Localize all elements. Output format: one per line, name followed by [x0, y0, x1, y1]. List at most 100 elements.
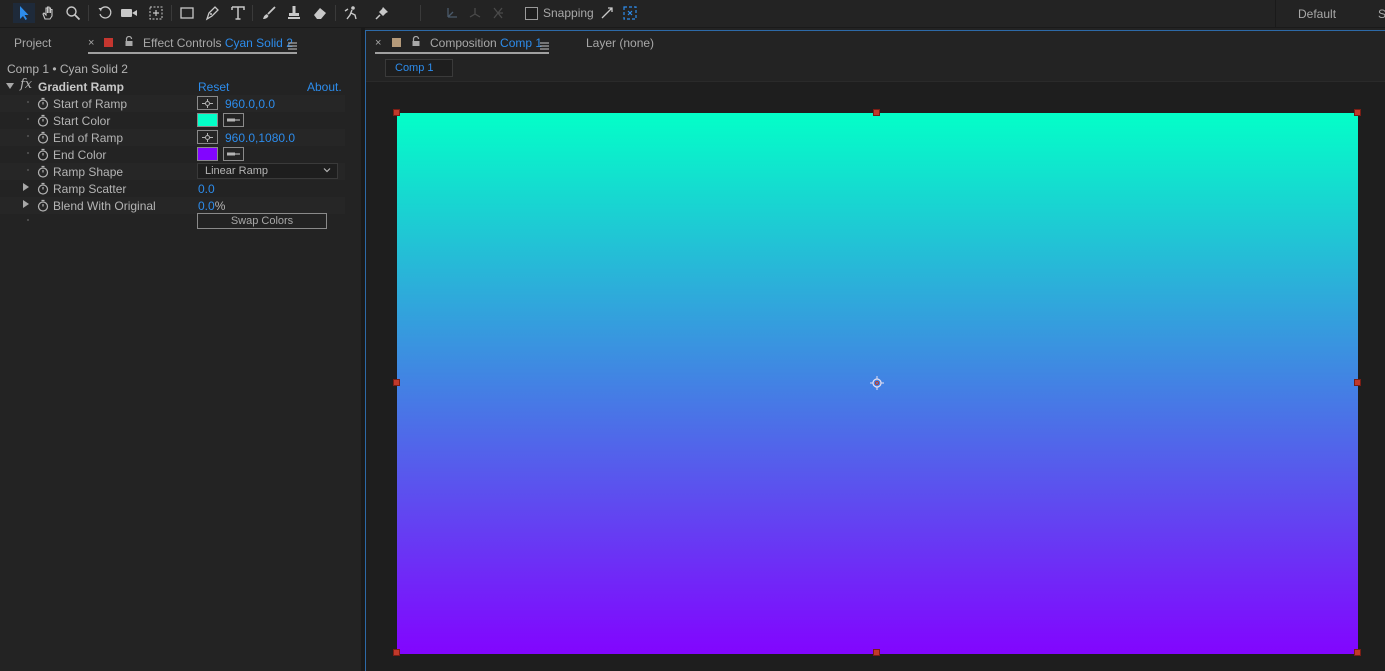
comp-color-swatch	[392, 38, 401, 47]
blend-value-group: 0.0%	[198, 199, 225, 213]
panel-menu-icon[interactable]	[288, 39, 297, 53]
property-row-start-color: Start Color	[0, 112, 345, 129]
view-axis-icon	[487, 3, 509, 23]
transform-handle-bottom[interactable]	[873, 649, 880, 656]
zoom-tool-icon[interactable]	[62, 3, 84, 23]
snapping-toggle[interactable]: Snapping	[525, 6, 594, 20]
start-color-swatch[interactable]	[197, 113, 218, 127]
snapping-label: Snapping	[543, 6, 594, 20]
property-row-swap-colors: Swap Colors	[0, 213, 345, 230]
end-of-ramp-value[interactable]: 960.0,1080.0	[225, 131, 295, 145]
stopwatch-icon[interactable]	[37, 97, 49, 113]
gradient-layer[interactable]	[393, 109, 1361, 656]
eraser-tool-icon[interactable]	[309, 3, 331, 23]
camera-tool-icon[interactable]	[118, 3, 140, 23]
pen-tool-icon[interactable]	[201, 3, 223, 23]
transform-handle-bottom-right[interactable]	[1354, 649, 1361, 656]
roto-brush-tool-icon[interactable]	[341, 3, 363, 23]
property-label: Start of Ramp	[53, 97, 128, 111]
property-row-end-of-ramp: End of Ramp 960.0,1080.0	[0, 129, 345, 146]
anchor-point-icon[interactable]	[870, 376, 884, 393]
twirl-right-icon[interactable]	[23, 183, 29, 191]
puppet-pin-tool-icon[interactable]	[371, 3, 393, 23]
stopwatch-icon[interactable]	[37, 182, 49, 198]
property-label: Start Color	[53, 114, 111, 128]
type-tool-icon[interactable]	[227, 3, 249, 23]
panel-menu-icon[interactable]	[540, 39, 549, 53]
transform-handle-left[interactable]	[393, 379, 400, 386]
toolbar-divider	[420, 5, 421, 21]
pan-behind-tool-icon[interactable]	[145, 3, 167, 23]
row-dot	[27, 169, 29, 171]
stopwatch-icon[interactable]	[37, 148, 49, 164]
effect-controls-panel: Project × Effect Controls Cyan Solid 2 C…	[0, 30, 361, 671]
point-target-icon[interactable]	[197, 130, 218, 144]
toolbar: Snapping Default S	[0, 0, 1385, 28]
point-target-icon[interactable]	[197, 96, 218, 110]
transform-handle-top[interactable]	[873, 109, 880, 116]
workspace-divider	[1275, 0, 1276, 28]
snap-features-icon[interactable]	[619, 3, 641, 23]
brush-tool-icon[interactable]	[258, 3, 280, 23]
stopwatch-icon[interactable]	[37, 114, 49, 130]
active-tab-underline	[375, 52, 549, 54]
transform-handle-top-left[interactable]	[393, 109, 400, 116]
swap-colors-button[interactable]: Swap Colors	[197, 213, 327, 229]
rectangle-tool-icon[interactable]	[176, 3, 198, 23]
stopwatch-icon[interactable]	[37, 165, 49, 181]
effect-controls-layer: Cyan Solid 2	[224, 36, 293, 50]
composition-viewer[interactable]	[366, 81, 1385, 671]
tab-project[interactable]: Project	[14, 36, 51, 50]
property-label: Blend With Original	[53, 199, 156, 213]
lock-icon[interactable]	[124, 35, 134, 50]
selection-tool-icon[interactable]	[13, 3, 35, 23]
transform-handle-right[interactable]	[1354, 379, 1361, 386]
row-dot	[27, 135, 29, 137]
close-icon[interactable]: ×	[88, 37, 94, 49]
rotate-tool-icon[interactable]	[94, 3, 116, 23]
transform-handle-top-right[interactable]	[1354, 109, 1361, 116]
effect-twirl-icon[interactable]	[6, 83, 14, 89]
composition-name: Comp 1	[500, 36, 543, 50]
layer-color-swatch	[104, 38, 113, 47]
end-color-swatch[interactable]	[197, 147, 218, 161]
chevron-down-icon	[323, 165, 331, 177]
blend-value[interactable]: 0.0	[198, 199, 215, 213]
eyedropper-icon[interactable]	[223, 147, 244, 161]
lock-icon[interactable]	[411, 35, 421, 50]
eyedropper-icon[interactable]	[223, 113, 244, 127]
row-dot	[27, 118, 29, 120]
property-row-ramp-shape: Ramp Shape Linear Ramp	[0, 163, 345, 180]
start-of-ramp-value[interactable]: 960.0,0.0	[225, 97, 275, 111]
snap-edges-icon[interactable]	[596, 3, 618, 23]
world-axis-icon	[464, 3, 486, 23]
reset-link[interactable]: Reset	[198, 80, 229, 94]
transform-handle-bottom-left[interactable]	[393, 649, 400, 656]
tab-layer[interactable]: Layer (none)	[586, 36, 654, 50]
composition-panel: × Composition Comp 1 Layer (none) Comp 1	[365, 30, 1385, 671]
workspace-overflow[interactable]: S	[1378, 7, 1385, 21]
about-link[interactable]: About.	[307, 80, 342, 94]
stopwatch-icon[interactable]	[37, 131, 49, 147]
property-row-start-of-ramp: Start of Ramp 960.0,0.0	[0, 95, 345, 112]
fx-toggle[interactable]: fx	[20, 77, 32, 92]
twirl-right-icon[interactable]	[23, 200, 29, 208]
close-icon[interactable]: ×	[375, 37, 381, 49]
layer-path: Comp 1 • Cyan Solid 2	[7, 62, 128, 76]
hand-tool-icon[interactable]	[37, 3, 59, 23]
toolbar-divider	[88, 5, 89, 21]
property-row-ramp-scatter: Ramp Scatter 0.0	[0, 180, 345, 197]
tab-effect-controls[interactable]: Effect Controls Cyan Solid 2	[143, 36, 293, 50]
clone-stamp-tool-icon[interactable]	[283, 3, 305, 23]
local-axis-icon	[441, 3, 463, 23]
ramp-scatter-value[interactable]: 0.0	[198, 182, 215, 196]
snapping-checkbox[interactable]	[525, 6, 538, 20]
panel-tab-bar: Project × Effect Controls Cyan Solid 2	[0, 30, 361, 56]
effect-controls-label: Effect Controls	[143, 36, 222, 50]
comp-sub-tab[interactable]: Comp 1	[385, 59, 453, 77]
ramp-shape-dropdown[interactable]: Linear Ramp	[197, 163, 338, 179]
tab-composition[interactable]: Composition Comp 1	[430, 36, 542, 50]
effect-name: Gradient Ramp	[38, 80, 125, 94]
workspace-default[interactable]: Default	[1298, 7, 1336, 21]
property-label: End Color	[53, 148, 107, 162]
